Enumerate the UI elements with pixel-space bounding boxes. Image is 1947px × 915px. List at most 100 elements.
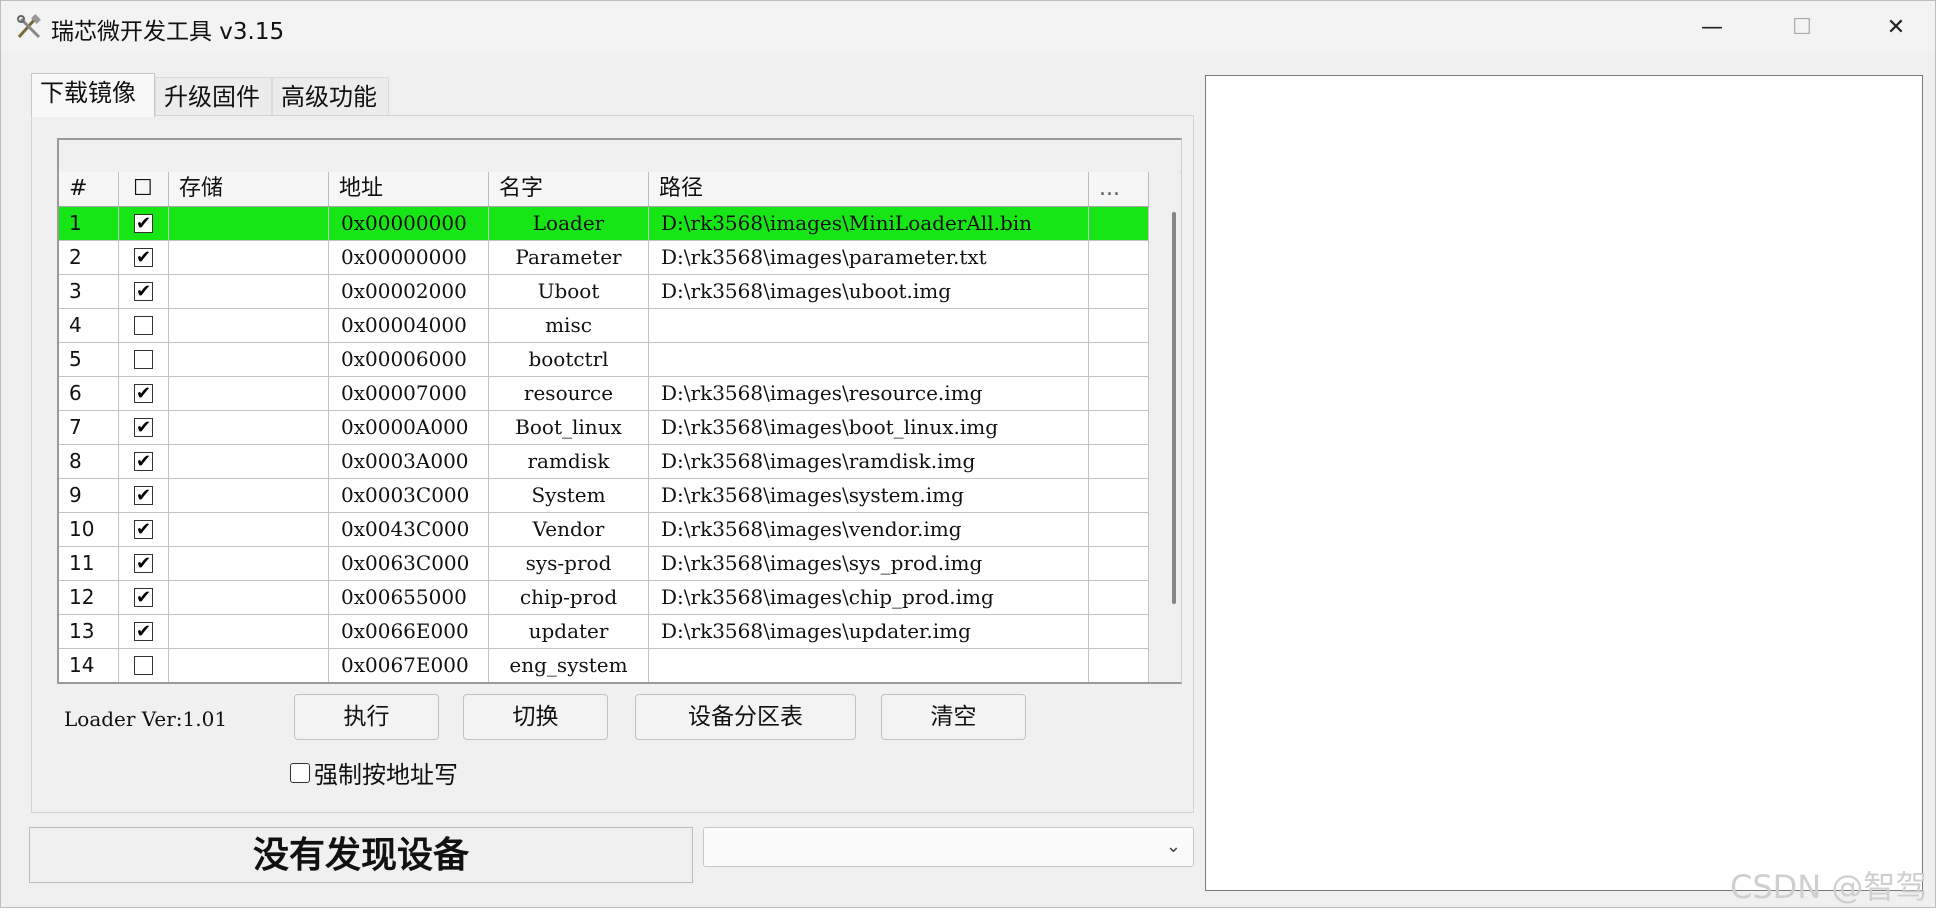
row-name: eng_system	[489, 649, 649, 682]
row-extra	[1089, 207, 1149, 241]
row-checkbox[interactable]: ✔	[119, 547, 169, 581]
row-extra	[1089, 547, 1149, 581]
table-row[interactable]: 1 ✔ 0x00000000 Loader D:\rk3568\images\MiniL…	[59, 207, 1149, 241]
header-name[interactable]: 名字	[489, 172, 649, 206]
table-row[interactable]: 12 ✔ 0x00655000 chip-prod D:\rk3568\images\c…	[59, 581, 1149, 615]
row-extra	[1089, 649, 1149, 682]
row-checkbox-box[interactable]: ✔	[134, 486, 153, 505]
row-address: 0x0043C000	[329, 513, 489, 547]
maximize-button[interactable]: ☐	[1767, 7, 1837, 47]
row-checkbox[interactable]: ✔	[119, 377, 169, 411]
tab-advanced[interactable]: 高级功能	[272, 77, 389, 115]
row-checkbox-box[interactable]: ✔	[134, 622, 153, 641]
row-address: 0x0003C000	[329, 479, 489, 513]
window-title: 瑞芯微开发工具 v3.15	[51, 19, 285, 45]
row-address: 0x0000A000	[329, 411, 489, 445]
row-checkbox[interactable]: ✔	[119, 513, 169, 547]
row-path: D:\rk3568\images\chip_prod.img	[649, 581, 1089, 615]
table-row[interactable]: 4 0x00004000 misc	[59, 309, 1149, 343]
row-checkbox[interactable]	[119, 343, 169, 377]
row-checkbox[interactable]	[119, 649, 169, 682]
row-name: System	[489, 479, 649, 513]
header-storage[interactable]: 存储	[169, 172, 329, 206]
header-more[interactable]: ...	[1089, 172, 1149, 206]
table-row[interactable]: 10 ✔ 0x0043C000 Vendor D:\rk3568\images\vend…	[59, 513, 1149, 547]
row-num: 11	[59, 547, 119, 581]
row-checkbox[interactable]: ✔	[119, 479, 169, 513]
row-name: ramdisk	[489, 445, 649, 479]
clear-button[interactable]: 清空	[881, 694, 1026, 740]
row-checkbox-box[interactable]: ✔	[134, 588, 153, 607]
partition-table-button[interactable]: 设备分区表	[635, 694, 856, 740]
row-num: 14	[59, 649, 119, 682]
table-row[interactable]: 14 0x0067E000 eng_system	[59, 649, 1149, 682]
row-num: 10	[59, 513, 119, 547]
log-panel[interactable]	[1205, 75, 1923, 891]
row-extra	[1089, 513, 1149, 547]
row-checkbox-box[interactable]: ✔	[134, 214, 153, 233]
minimize-button[interactable]: —	[1677, 7, 1747, 47]
tab-upgrade-firmware[interactable]: 升级固件	[155, 77, 272, 115]
row-checkbox[interactable]: ✔	[119, 615, 169, 649]
close-button[interactable]: ✕	[1861, 7, 1931, 47]
row-checkbox-box[interactable]: ✔	[134, 384, 153, 403]
row-extra	[1089, 581, 1149, 615]
row-checkbox-box[interactable]: ✔	[134, 418, 153, 437]
table-row[interactable]: 13 ✔ 0x0066E000 updater D:\rk3568\images\upd…	[59, 615, 1149, 649]
row-checkbox-box[interactable]: ✔	[134, 452, 153, 471]
header-select-all[interactable]: ☐	[119, 172, 169, 206]
table-row[interactable]: 7 ✔ 0x0000A000 Boot_linux D:\rk3568\images\b…	[59, 411, 1149, 445]
row-checkbox[interactable]: ✔	[119, 275, 169, 309]
force-write-option[interactable]: 强制按地址写	[290, 755, 458, 790]
header-address[interactable]: 地址	[329, 172, 489, 206]
table-row[interactable]: 3 ✔ 0x00002000 Uboot D:\rk3568\images\uboot.…	[59, 275, 1149, 309]
row-extra	[1089, 445, 1149, 479]
row-name: Vendor	[489, 513, 649, 547]
row-checkbox-box[interactable]: ✔	[134, 282, 153, 301]
loader-version: Loader Ver:1.01	[64, 707, 228, 731]
row-checkbox[interactable]	[119, 309, 169, 343]
row-extra	[1089, 275, 1149, 309]
row-checkbox-box[interactable]	[134, 316, 153, 335]
row-checkbox-box[interactable]: ✔	[134, 554, 153, 573]
force-write-checkbox[interactable]	[290, 762, 310, 783]
table-row[interactable]: 11 ✔ 0x0063C000 sys-prod D:\rk3568\images\sy…	[59, 547, 1149, 581]
row-extra	[1089, 479, 1149, 513]
table-row[interactable]: 6 ✔ 0x00007000 resource D:\rk3568\images\res…	[59, 377, 1149, 411]
row-name: sys-prod	[489, 547, 649, 581]
row-checkbox-box[interactable]	[134, 656, 153, 675]
row-address: 0x00002000	[329, 275, 489, 309]
row-path: D:\rk3568\images\ramdisk.img	[649, 445, 1089, 479]
table-row[interactable]: 5 0x00006000 bootctrl	[59, 343, 1149, 377]
row-path	[649, 309, 1089, 343]
header-path[interactable]: 路径	[649, 172, 1089, 206]
row-checkbox-box[interactable]: ✔	[134, 520, 153, 539]
row-extra	[1089, 377, 1149, 411]
switch-button[interactable]: 切换	[463, 694, 608, 740]
row-checkbox-box[interactable]	[134, 350, 153, 369]
row-checkbox[interactable]: ✔	[119, 241, 169, 275]
run-button[interactable]: 执行	[294, 694, 439, 740]
table-row[interactable]: 9 ✔ 0x0003C000 System D:\rk3568\images\syste…	[59, 479, 1149, 513]
row-path: D:\rk3568\images\boot_linux.img	[649, 411, 1089, 445]
row-checkbox[interactable]: ✔	[119, 411, 169, 445]
row-address: 0x00000000	[329, 241, 489, 275]
grid-toolbar	[59, 140, 1181, 173]
grid-scrollbar[interactable]	[1149, 172, 1180, 682]
title-bar: 瑞芯微开发工具 v3.15 — ☐ ✕	[1, 1, 1935, 53]
table-row[interactable]: 2 ✔ 0x00000000 Parameter D:\rk3568\images\pa…	[59, 241, 1149, 275]
row-name: Parameter	[489, 241, 649, 275]
table-row[interactable]: 8 ✔ 0x0003A000 ramdisk D:\rk3568\images\ramd…	[59, 445, 1149, 479]
row-checkbox[interactable]: ✔	[119, 207, 169, 241]
row-name: Uboot	[489, 275, 649, 309]
row-name: misc	[489, 309, 649, 343]
row-storage	[169, 377, 329, 411]
chevron-down-icon[interactable]: ⌄	[1166, 836, 1181, 857]
row-checkbox[interactable]: ✔	[119, 581, 169, 615]
tab-download-image[interactable]: 下载镜像	[31, 73, 155, 117]
row-address: 0x00004000	[329, 309, 489, 343]
scrollbar-thumb[interactable]	[1172, 212, 1176, 604]
row-checkbox-box[interactable]: ✔	[134, 248, 153, 267]
row-checkbox[interactable]: ✔	[119, 445, 169, 479]
device-select[interactable]: ⌄	[703, 827, 1194, 867]
